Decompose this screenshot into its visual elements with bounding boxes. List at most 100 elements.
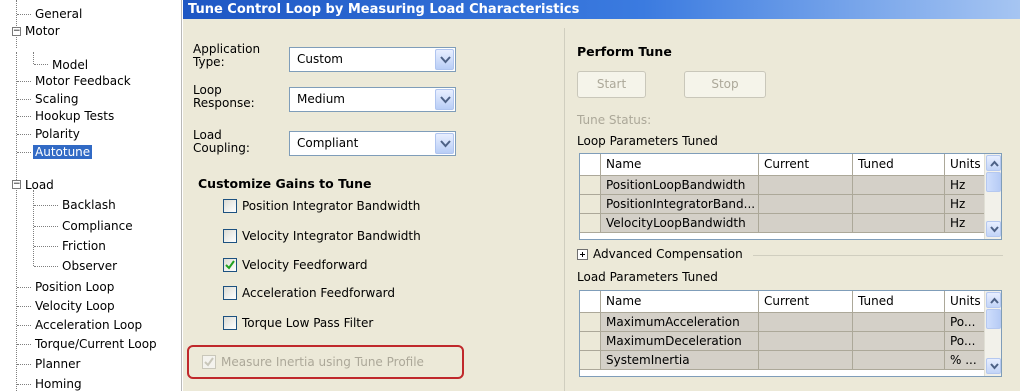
column-header-tuned[interactable]: Tuned [853,291,945,313]
checkbox-box[interactable] [223,258,237,272]
tree-item-friction[interactable]: Friction [60,237,108,255]
table-cell-name: MaximumAcceleration [601,313,759,332]
column-header-name[interactable]: Name [601,154,759,176]
grid-corner [580,291,601,313]
tree-item-label: Velocity Loop [35,299,115,313]
tree-connector [33,190,34,266]
table-cell-current [759,214,853,233]
tree-item-acceleration-loop[interactable]: Acceleration Loop [33,316,144,334]
table-cell-tuned [853,351,945,370]
tree-item-label: Hookup Tests [35,109,115,123]
chevron-down-icon[interactable] [435,89,454,110]
scroll-down-icon[interactable] [986,221,1001,237]
tree-connector [17,99,31,100]
tree-item-planner[interactable]: Planner [33,355,82,373]
row-header [580,176,601,195]
checkbox-box[interactable] [223,199,237,213]
tree-item-velocity-loop[interactable]: Velocity Loop [33,297,117,315]
load-parameters-grid[interactable]: Name Current Tuned Units MaximumAccelera… [579,290,1002,377]
stop-button[interactable]: Stop [684,71,766,98]
panel-title: Tune Control Loop by Measuring Load Char… [183,0,1020,19]
tree-item-general[interactable]: General [33,5,84,23]
scroll-up-icon[interactable] [986,292,1001,308]
tree-item-observer[interactable]: Observer [60,257,119,275]
label-line: Type: [193,55,225,69]
column-header-tuned[interactable]: Tuned [853,154,945,176]
checkbox-label: Velocity Integrator Bandwidth [242,229,421,243]
column-header-current[interactable]: Current [759,154,853,176]
tree-connector [33,52,34,64]
checkbox-box[interactable] [202,355,216,369]
tree-item-scaling[interactable]: Scaling [33,90,80,108]
tree-item-label: Motor Feedback [35,74,131,88]
collapse-icon[interactable]: − [12,27,21,36]
checkbox-box[interactable] [223,286,237,300]
vertical-scrollbar[interactable] [984,291,1001,376]
tree-item-motor[interactable]: Motor [23,22,62,40]
tree-connector [34,205,58,206]
scroll-thumb[interactable] [986,309,1001,329]
scroll-up-icon[interactable] [986,155,1001,171]
table-cell-current [759,176,853,195]
column-header-units[interactable]: Units [945,291,985,313]
advanced-compensation-label[interactable]: Advanced Compensation [593,247,743,261]
expand-plus-icon[interactable] [577,249,588,260]
row-header [580,313,601,332]
tree-connector [17,306,31,307]
tree-connector [17,14,31,15]
checkbox-label: Torque Low Pass Filter [242,316,374,330]
table-cell-current [759,195,853,214]
tree-item-hookup-tests[interactable]: Hookup Tests [33,107,116,125]
load-coupling-dropdown[interactable]: Compliant [289,131,456,156]
checkmark-icon [204,357,214,367]
table-cell-name: PositionLoopBandwidth [601,176,759,195]
scroll-thumb[interactable] [986,172,1001,192]
tree-item-label: Position Loop [35,280,115,294]
loop-response-dropdown[interactable]: Medium [289,87,456,112]
tree-connector [17,384,31,385]
table-cell-units: Hz [945,176,985,195]
loop-parameters-grid[interactable]: Name Current Tuned Units PositionLoopBan… [579,153,1002,240]
application-type-dropdown[interactable]: Custom [289,47,456,72]
row-header [580,351,601,370]
tree-connector [17,344,31,345]
section-divider [753,255,1003,256]
tree-item-polarity[interactable]: Polarity [33,125,82,143]
column-header-name[interactable]: Name [601,291,759,313]
checkbox-label: Measure Inertia using Tune Profile [221,355,424,369]
tree-item-autotune[interactable]: Autotune [33,143,93,161]
tree-item-load[interactable]: Load [23,176,56,194]
tree-item-label: Autotune [33,145,93,159]
tree-item-torque-current-loop[interactable]: Torque/Current Loop [33,335,159,353]
checkbox-box[interactable] [223,316,237,330]
column-header-units[interactable]: Units [945,154,985,176]
tree-item-motor-feedback[interactable]: Motor Feedback [33,72,133,90]
tree-connector [17,287,31,288]
chevron-down-icon[interactable] [435,133,454,154]
start-button[interactable]: Start [577,71,646,98]
collapse-icon[interactable]: − [12,180,21,189]
tune-status-label: Tune Status: [577,113,652,127]
table-cell-name: MaximumDeceleration [601,332,759,351]
tree-connector [17,116,31,117]
tree-item-position-loop[interactable]: Position Loop [33,278,116,296]
table-cell-tuned [853,332,945,351]
tree-connector [17,81,31,82]
checkbox-label: Velocity Feedforward [242,258,368,272]
tree-item-backlash[interactable]: Backlash [60,196,118,214]
chevron-down-icon[interactable] [435,49,454,70]
tree-item-compliance[interactable]: Compliance [60,217,135,235]
tree-item-label: Planner [35,357,81,371]
tree-item-label: Compliance [62,219,133,233]
checkbox-box[interactable] [223,229,237,243]
column-header-current[interactable]: Current [759,291,853,313]
label-line: Response: [193,96,255,110]
table-cell-tuned [853,176,945,195]
vertical-scrollbar[interactable] [984,154,1001,239]
tree-connector [16,0,17,48]
application-type-label: Application Type: [193,43,260,69]
load-coupling-label: Load Coupling: [193,129,250,155]
tree-item-label: Observer [62,259,118,273]
scroll-down-icon[interactable] [986,358,1001,374]
tree-item-homing[interactable]: Homing [33,375,84,391]
